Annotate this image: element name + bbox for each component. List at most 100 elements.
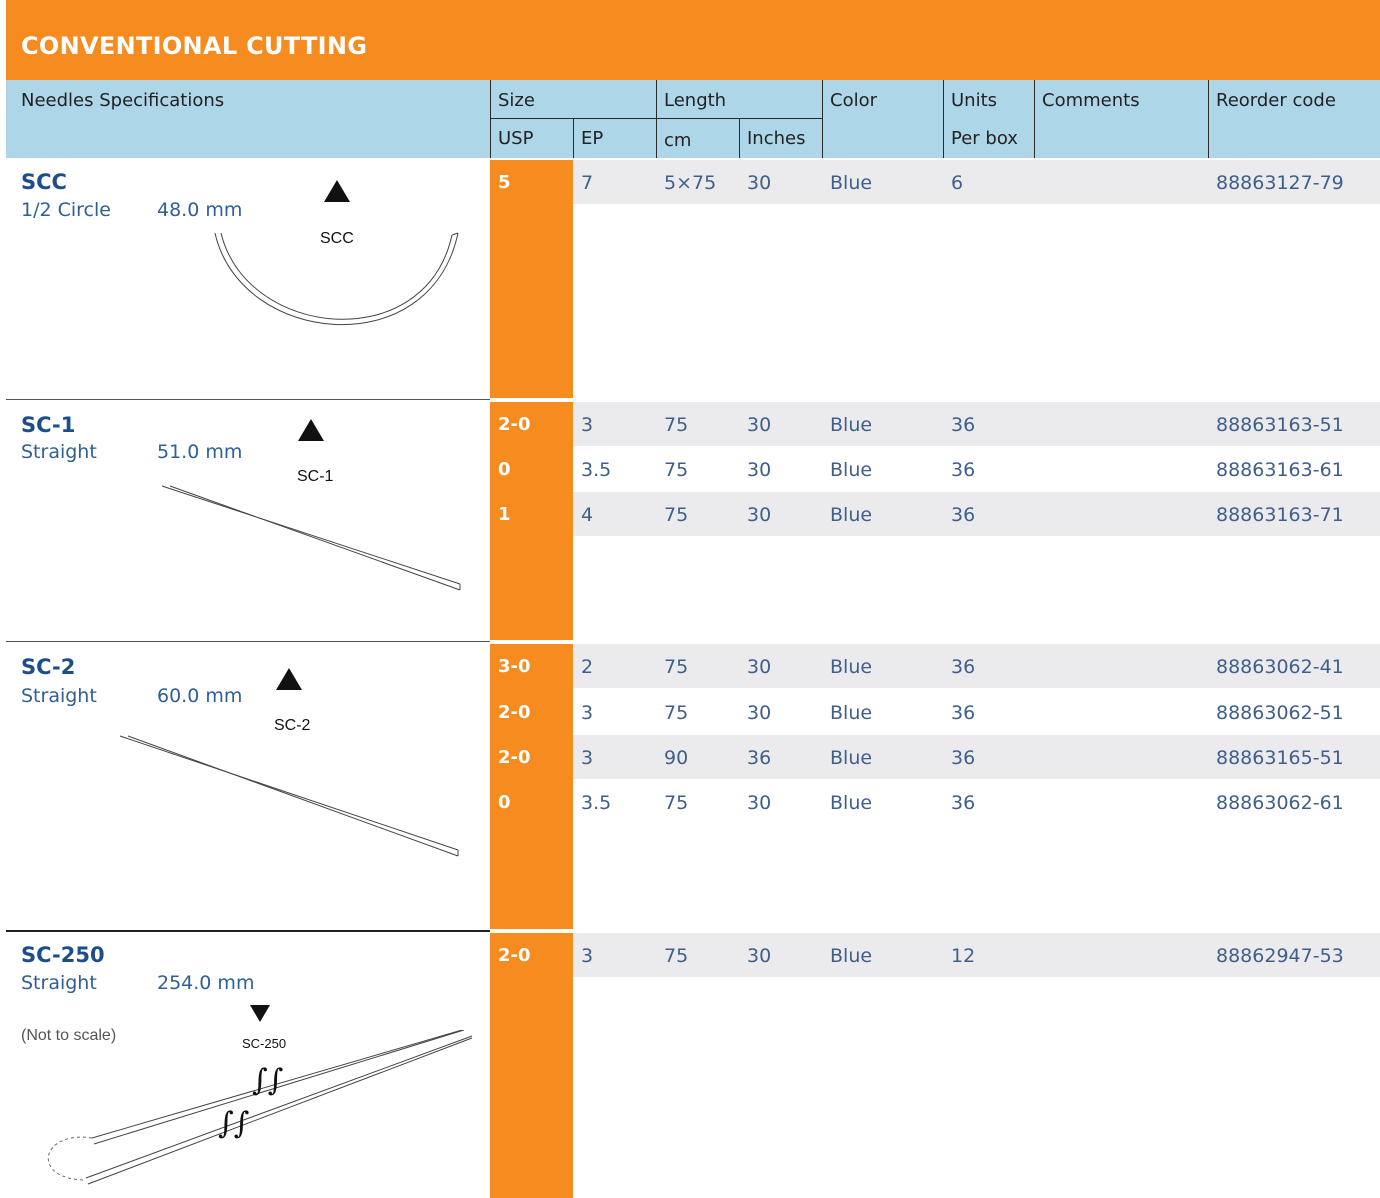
header-divider [490, 118, 656, 119]
header-divider [573, 118, 574, 158]
cell-units: 12 [951, 945, 976, 967]
curved-needle-icon [214, 232, 459, 326]
cell-cm: 75 [664, 702, 689, 724]
cell-color: Blue [830, 504, 873, 526]
needle-name: SC-250 [21, 943, 105, 967]
cell-inches: 30 [747, 414, 772, 436]
header-color: Color [830, 90, 877, 111]
header-divider [1208, 80, 1209, 158]
header-ep: EP [581, 128, 604, 149]
header-divider [943, 80, 944, 158]
header-cm: cm [664, 130, 692, 151]
cell-ep: 3 [581, 945, 594, 967]
usp-value: 1 [498, 504, 511, 525]
header-units: Units [951, 90, 998, 111]
header-divider [490, 80, 491, 158]
cell-cm: 5×75 [664, 172, 717, 194]
cell-units: 36 [951, 702, 976, 724]
cell-ep: 3.5 [581, 792, 612, 814]
cell-inches: 30 [747, 656, 772, 678]
cell-code: 88863163-61 [1216, 459, 1344, 481]
header-divider [739, 118, 740, 158]
cell-cm: 75 [664, 792, 689, 814]
cell-cm: 90 [664, 747, 689, 769]
cell-ep: 3 [581, 747, 594, 769]
usp-value: 2-0 [498, 702, 531, 723]
header-size: Size [498, 90, 535, 111]
usp-column [490, 644, 573, 929]
usp-value: 5 [498, 172, 511, 193]
cell-inches: 36 [747, 747, 772, 769]
straight-needle-icon [119, 735, 459, 857]
cutting-triangle-icon [298, 419, 324, 441]
cell-code: 88863062-41 [1216, 656, 1344, 678]
cell-color: Blue [830, 747, 873, 769]
cell-cm: 75 [664, 945, 689, 967]
needle-name: SC-2 [21, 655, 76, 679]
cell-color: Blue [830, 656, 873, 678]
cell-units: 36 [951, 414, 976, 436]
header-per-box: Per box [951, 128, 1018, 149]
cell-code: 88863165-51 [1216, 747, 1344, 769]
header-divider [822, 80, 823, 158]
section-divider [6, 399, 490, 400]
long-needle-icon: ∫∫ ∫∫ [47, 1030, 473, 1185]
needle-size: 60.0 mm [157, 685, 243, 707]
usp-value: 2-0 [498, 747, 531, 768]
header-usp: USP [498, 128, 534, 149]
cell-ep: 7 [581, 172, 594, 194]
header-divider [656, 118, 822, 119]
cell-color: Blue [830, 459, 873, 481]
header-inches: Inches [747, 128, 806, 149]
cell-code: 88863163-71 [1216, 504, 1344, 526]
header-divider [656, 80, 657, 158]
svg-text:∫∫: ∫∫ [252, 1063, 283, 1098]
cell-units: 36 [951, 747, 976, 769]
cell-color: Blue [830, 792, 873, 814]
needle-type: Straight [21, 972, 97, 994]
needle-size: 51.0 mm [157, 441, 243, 463]
cell-units: 36 [951, 792, 976, 814]
cell-code: 88862947-53 [1216, 945, 1344, 967]
section-divider [6, 930, 490, 932]
needle-type: 1/2 Circle [21, 199, 111, 221]
cell-inches: 30 [747, 504, 772, 526]
header-divider [1034, 80, 1035, 158]
straight-needle-icon [161, 485, 461, 591]
cell-inches: 30 [747, 172, 772, 194]
cell-ep: 2 [581, 656, 594, 678]
usp-value: 0 [498, 459, 511, 480]
cell-inches: 30 [747, 702, 772, 724]
header-reorder: Reorder code [1216, 90, 1336, 111]
header-needles: Needles Specifications [21, 90, 225, 111]
cell-cm: 75 [664, 656, 689, 678]
cell-cm: 75 [664, 414, 689, 436]
cell-ep: 3 [581, 702, 594, 724]
cutting-triangle-icon [324, 180, 350, 202]
cell-cm: 75 [664, 504, 689, 526]
usp-value: 0 [498, 792, 511, 813]
cell-code: 88863163-51 [1216, 414, 1344, 436]
cell-color: Blue [830, 945, 873, 967]
usp-value: 2-0 [498, 945, 531, 966]
cell-units: 6 [951, 172, 964, 194]
usp-column [490, 160, 573, 398]
needle-size: 48.0 mm [157, 199, 243, 221]
cell-color: Blue [830, 172, 873, 194]
cell-units: 36 [951, 504, 976, 526]
cell-cm: 75 [664, 459, 689, 481]
page-title: CONVENTIONAL CUTTING [21, 32, 368, 60]
header-comments: Comments [1042, 90, 1140, 111]
cell-units: 36 [951, 459, 976, 481]
cutting-triangle-down-icon [250, 1005, 270, 1022]
usp-value: 3-0 [498, 656, 531, 677]
cell-code: 88863062-51 [1216, 702, 1344, 724]
cell-color: Blue [830, 702, 873, 724]
cell-ep: 3.5 [581, 459, 612, 481]
needle-size: 254.0 mm [157, 972, 255, 994]
cell-inches: 30 [747, 459, 772, 481]
cell-inches: 30 [747, 792, 772, 814]
needle-type: Straight [21, 441, 97, 463]
svg-text:∫∫: ∫∫ [218, 1106, 249, 1141]
section-divider [6, 641, 490, 642]
